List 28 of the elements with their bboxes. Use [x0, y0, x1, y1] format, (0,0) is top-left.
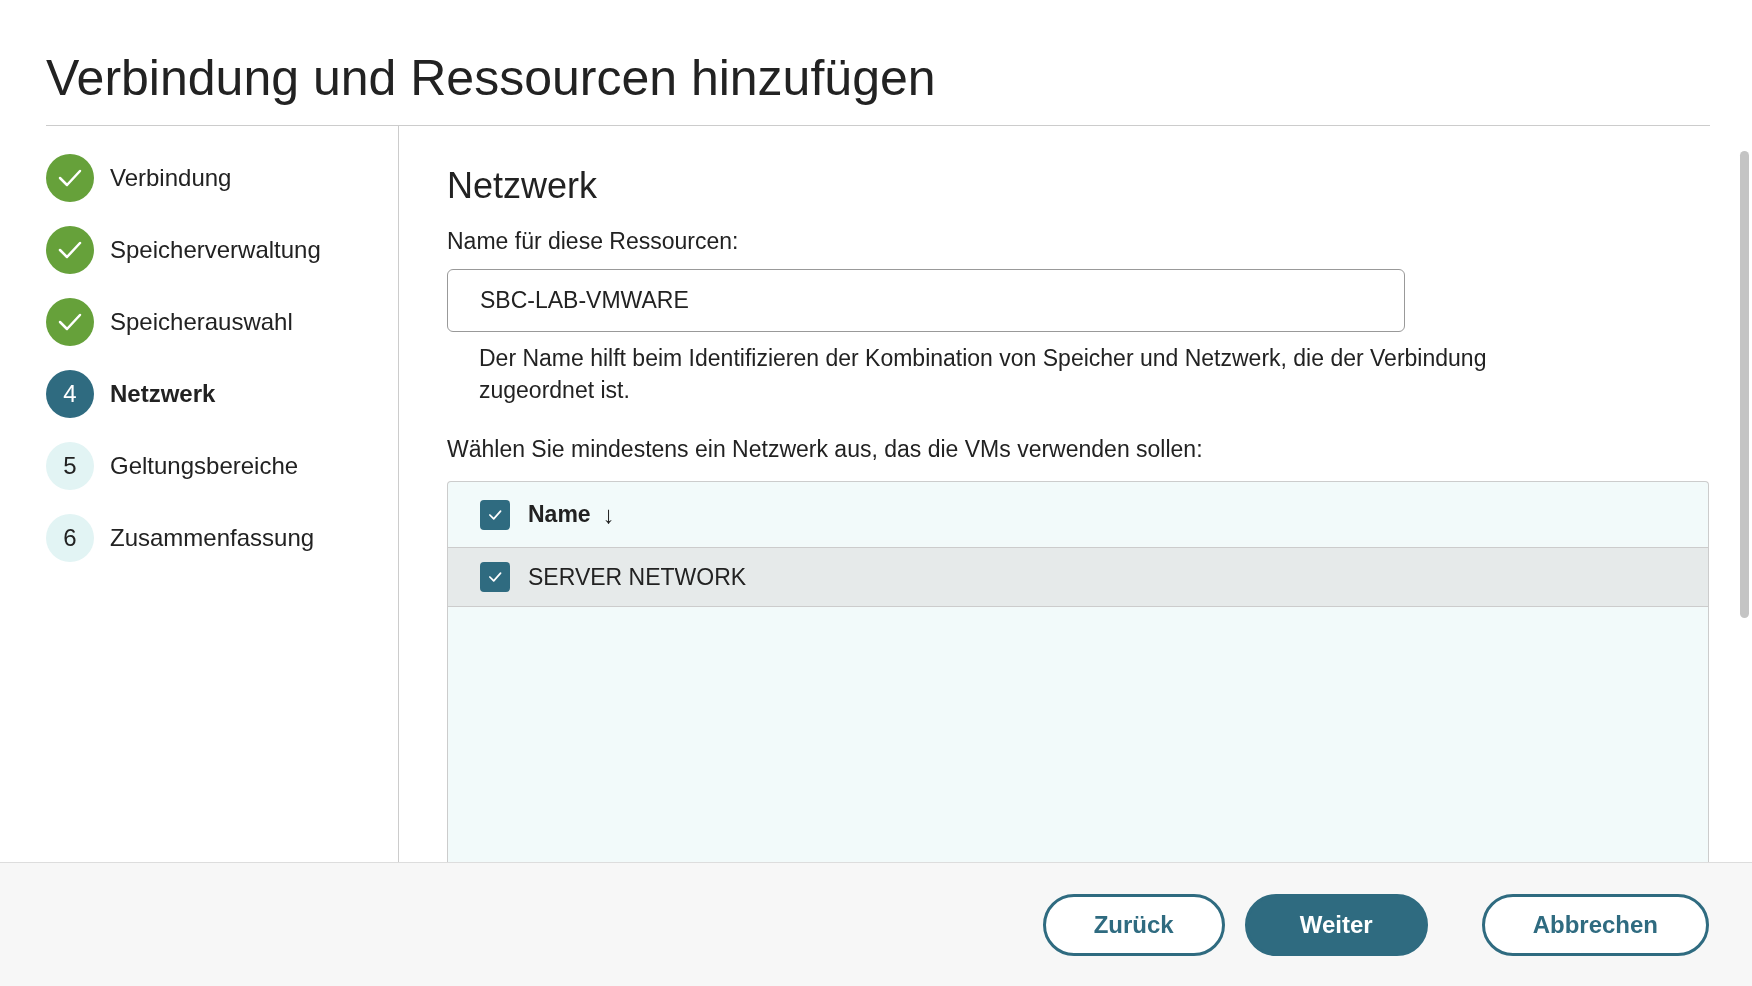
- check-icon: [46, 154, 94, 202]
- section-title: Netzwerk: [447, 164, 599, 208]
- select-all-checkbox[interactable]: [480, 499, 510, 530]
- step-label[interactable]: Zusammenfassung: [110, 524, 315, 552]
- check-icon: [46, 298, 94, 346]
- scrollbar-thumb[interactable]: [1740, 151, 1749, 618]
- step-number: 5: [46, 442, 94, 490]
- step-label[interactable]: Netzwerk: [110, 380, 216, 408]
- name-input-field[interactable]: SBC-LAB-VMWARE: [447, 269, 1405, 332]
- wizard-button[interactable]: Abbrechen: [1481, 893, 1709, 956]
- sort-arrow-icon[interactable]: ↓: [602, 500, 615, 529]
- step-number: 4: [46, 370, 94, 418]
- wizard-button[interactable]: Zurück: [1042, 893, 1225, 956]
- check-icon: [46, 226, 94, 274]
- table-cell: SERVER NETWORK: [528, 563, 747, 591]
- help-text: Der Name hilft beim Identifizieren der Kombination von Speicher und Netzwerk, die der Verbindung zugeordnet ist.: [479, 344, 1488, 405]
- column-header[interactable]: Name: [528, 501, 591, 528]
- table-row[interactable]: SERVER NETWORK: [448, 548, 1708, 607]
- field-label: Name für diese Ressourcen:: [447, 228, 740, 255]
- prompt-text: Wählen Sie mindestens ein Netzwerk aus, das die VMs verwenden sollen:: [447, 436, 1204, 463]
- row-checkbox[interactable]: [480, 562, 510, 592]
- step-label[interactable]: Geltungsbereiche: [110, 452, 299, 480]
- step-label[interactable]: Verbindung: [110, 164, 232, 192]
- wizard-button[interactable]: Weiter: [1244, 893, 1428, 956]
- step-label[interactable]: Speicherverwaltung: [110, 236, 321, 264]
- step-label[interactable]: Speicherauswahl: [110, 308, 293, 336]
- step-number: 6: [46, 514, 94, 562]
- page-title: Verbindung und Ressourcen hinzufügen: [46, 0, 1710, 126]
